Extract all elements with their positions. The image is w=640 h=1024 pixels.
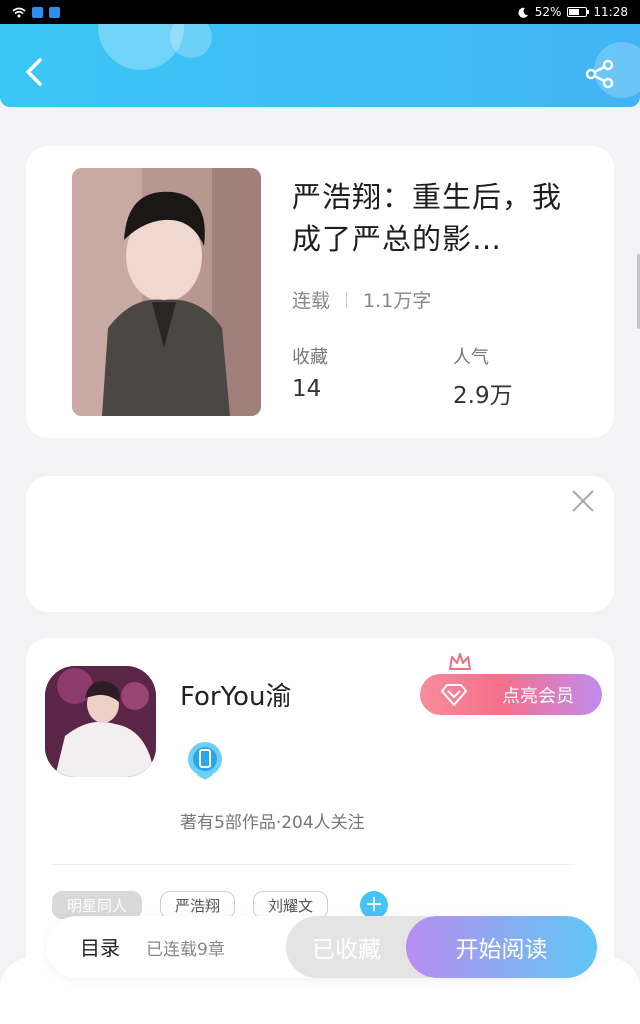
book-info-card: 严浩翔：重生后，我成了严总的影… 连载 1.1万字 收藏 14 人气 2.9万 [26,146,614,438]
start-reading-button[interactable]: 开始阅读 [406,916,597,978]
serial-status: 连载 [292,290,331,312]
close-icon[interactable] [570,488,596,514]
author-avatar[interactable] [45,666,156,777]
vip-label: 点亮会员 [502,685,574,707]
book-meta: 连载 1.1万字 [292,286,431,313]
app-notification-icon [32,6,43,18]
diamond-icon [441,684,467,706]
vip-activate-button[interactable]: 点亮会员 [420,674,602,715]
bottom-action-bar: 目录 已连载9章 已收藏 开始阅读 [46,916,597,978]
toc-button[interactable]: 目录 [80,932,120,961]
tag-list: 明星同人 严浩翔 刘耀文 + [52,891,389,919]
header-bar [0,24,640,107]
favorites-value: 14 [292,376,322,402]
author-name[interactable]: ForYou渝 [180,676,291,713]
author-stats: 著有5部作品·204人关注 [180,813,365,833]
tag-item[interactable]: 明星同人 [52,891,143,919]
battery-icon [567,7,590,17]
divider [52,864,574,865]
tag-item[interactable]: 刘耀文 [253,891,329,919]
share-icon[interactable] [584,58,616,90]
status-bar: 52% 11:28 [0,0,640,24]
app-notification-icon [49,6,60,18]
moon-icon [518,7,528,18]
badge-icon [188,742,222,780]
crown-icon [449,653,471,670]
popularity-label: 人气 [453,347,489,368]
meta-divider [346,291,348,308]
battery-percent: 52% [534,5,562,19]
popularity-value: 2.9万 [453,383,513,409]
tag-item[interactable]: 严浩翔 [160,891,236,919]
chapter-count: 已连载9章 [146,940,225,960]
word-count: 1.1万字 [363,290,432,312]
clock: 11:28 [593,5,628,19]
wifi-icon [12,7,26,17]
ad-banner [26,476,614,612]
book-title: 严浩翔：重生后，我成了严总的影… [292,180,563,256]
favorites-label: 收藏 [292,347,328,368]
back-arrow-icon[interactable] [20,54,50,90]
plus-icon[interactable]: + [360,891,389,919]
book-cover-image[interactable] [72,168,261,416]
